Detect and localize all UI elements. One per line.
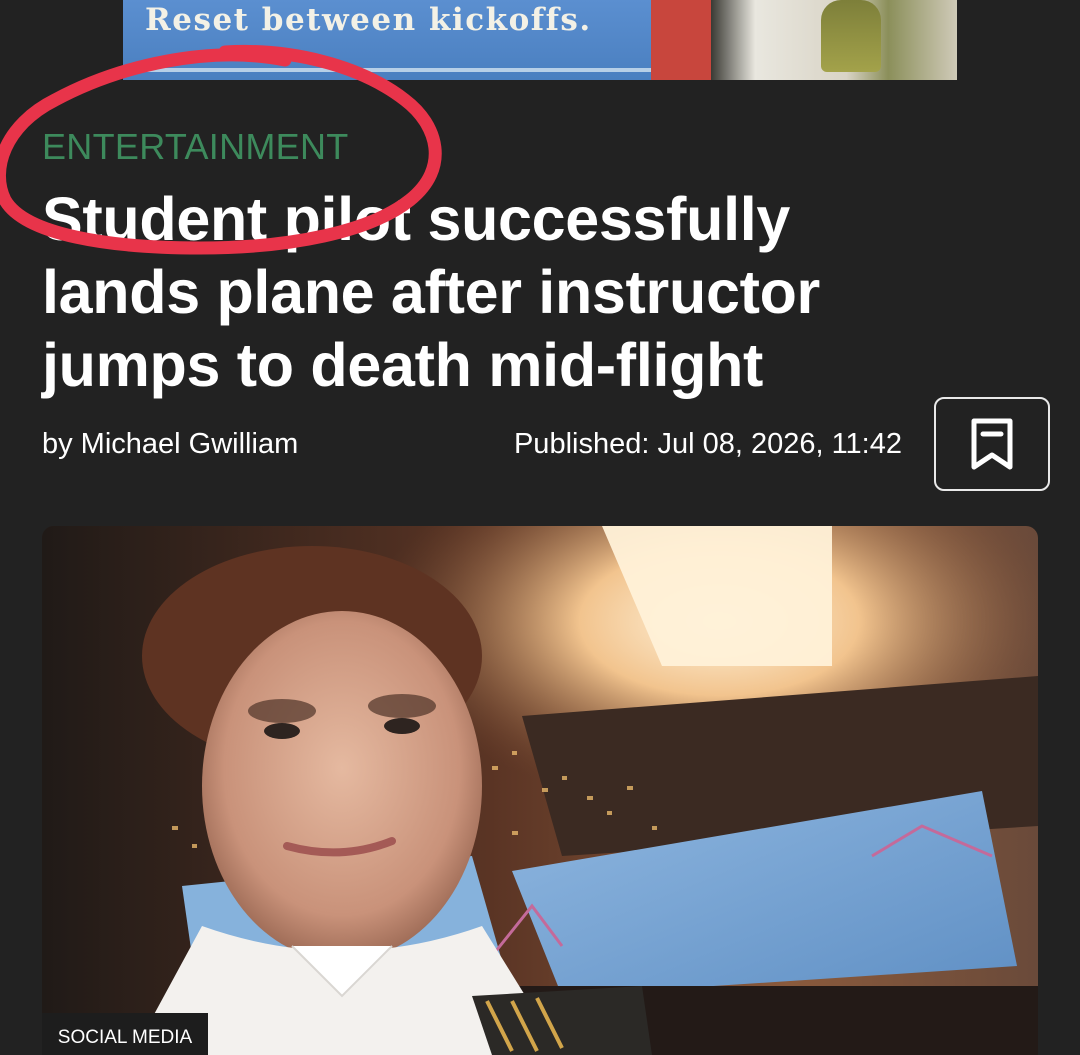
ad-banner[interactable]: Reset between kickoffs. <box>123 0 957 80</box>
hero-image-illustration <box>42 526 1038 1055</box>
ad-red-panel <box>651 0 711 80</box>
ad-photo-figure <box>821 0 881 72</box>
ad-text: Reset between kickoffs. <box>145 2 592 38</box>
bookmark-icon <box>971 418 1013 470</box>
article-category[interactable]: ENTERTAINMENT <box>42 126 349 168</box>
article-headline: Student pilot successfully lands plane a… <box>42 185 820 399</box>
bookmark-button[interactable] <box>934 397 1050 491</box>
ad-text-panel: Reset between kickoffs. <box>123 0 651 80</box>
article-published-date: Published: Jul 08, 2026, 11:42 <box>513 428 902 460</box>
article-byline[interactable]: by Michael Gwilliam <box>42 428 298 461</box>
hero-image[interactable] <box>42 526 1038 1055</box>
photo-credit-badge: SOCIAL MEDIA <box>42 1013 208 1055</box>
ad-photo <box>711 0 957 80</box>
ad-stripe <box>123 68 651 72</box>
